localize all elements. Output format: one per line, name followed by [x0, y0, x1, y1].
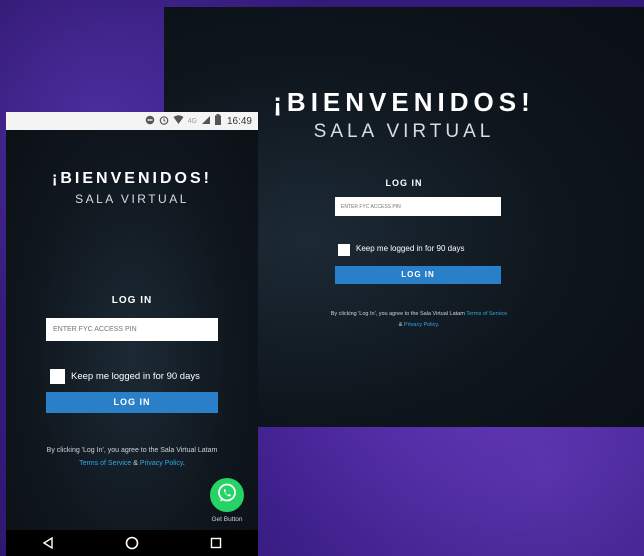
- keep-logged-label: Keep me logged in for 90 days: [71, 371, 200, 382]
- pin-input[interactable]: [46, 318, 218, 341]
- login-button[interactable]: LOG IN: [335, 266, 501, 284]
- terms-and: &: [133, 460, 138, 467]
- whatsapp-button[interactable]: [210, 478, 244, 512]
- terms-suffix: .: [437, 322, 440, 328]
- mobile-login-screen: 4G 16:49 ¡BIENVENIDOS! SALA VIRTUAL LOG …: [6, 112, 258, 556]
- terms-and: &: [398, 322, 403, 328]
- recents-icon[interactable]: [206, 533, 226, 553]
- android-nav-bar: [6, 530, 258, 556]
- terms-prefix: By clicking 'Log In', you agree to the S…: [46, 447, 218, 454]
- login-heading: LOG IN: [111, 295, 153, 306]
- pin-input[interactable]: [335, 197, 501, 216]
- battery-icon: [214, 114, 221, 128]
- privacy-policy-link[interactable]: Privacy Policy: [404, 322, 438, 328]
- terms-suffix: .: [182, 460, 185, 467]
- signal-icon: [201, 115, 211, 128]
- status-time: 16:49: [226, 115, 252, 127]
- terms-of-service-link[interactable]: Terms of Service: [466, 311, 507, 317]
- keep-logged-checkbox[interactable]: [50, 369, 65, 384]
- terms-text: By clicking 'Log In', you agree to the S…: [32, 444, 232, 470]
- privacy-policy-link[interactable]: Privacy Policy: [140, 460, 183, 467]
- status-bar: 4G 16:49: [6, 112, 258, 130]
- do-not-disturb-icon: [145, 115, 155, 128]
- wifi-icon: [173, 114, 184, 128]
- terms-of-service-link[interactable]: Terms of Service: [79, 460, 131, 467]
- whatsapp-icon: [216, 482, 238, 509]
- whatsapp-label: Get Button: [211, 516, 243, 523]
- keep-logged-label: Keep me logged in for 90 days: [356, 244, 465, 253]
- page-title: ¡BIENVENIDOS!: [52, 170, 212, 187]
- login-button[interactable]: LOG IN: [46, 392, 218, 413]
- terms-prefix: By clicking 'Log In', you agree to the S…: [330, 311, 465, 317]
- terms-text: By clicking 'Log In', you agree to the S…: [314, 309, 524, 331]
- network-type-label: 4G: [187, 117, 197, 125]
- alarm-icon: [159, 115, 169, 128]
- page-subtitle: SALA VIRTUAL: [75, 192, 189, 206]
- back-icon[interactable]: [38, 533, 58, 553]
- home-icon[interactable]: [122, 533, 142, 553]
- keep-logged-checkbox[interactable]: [338, 244, 350, 256]
